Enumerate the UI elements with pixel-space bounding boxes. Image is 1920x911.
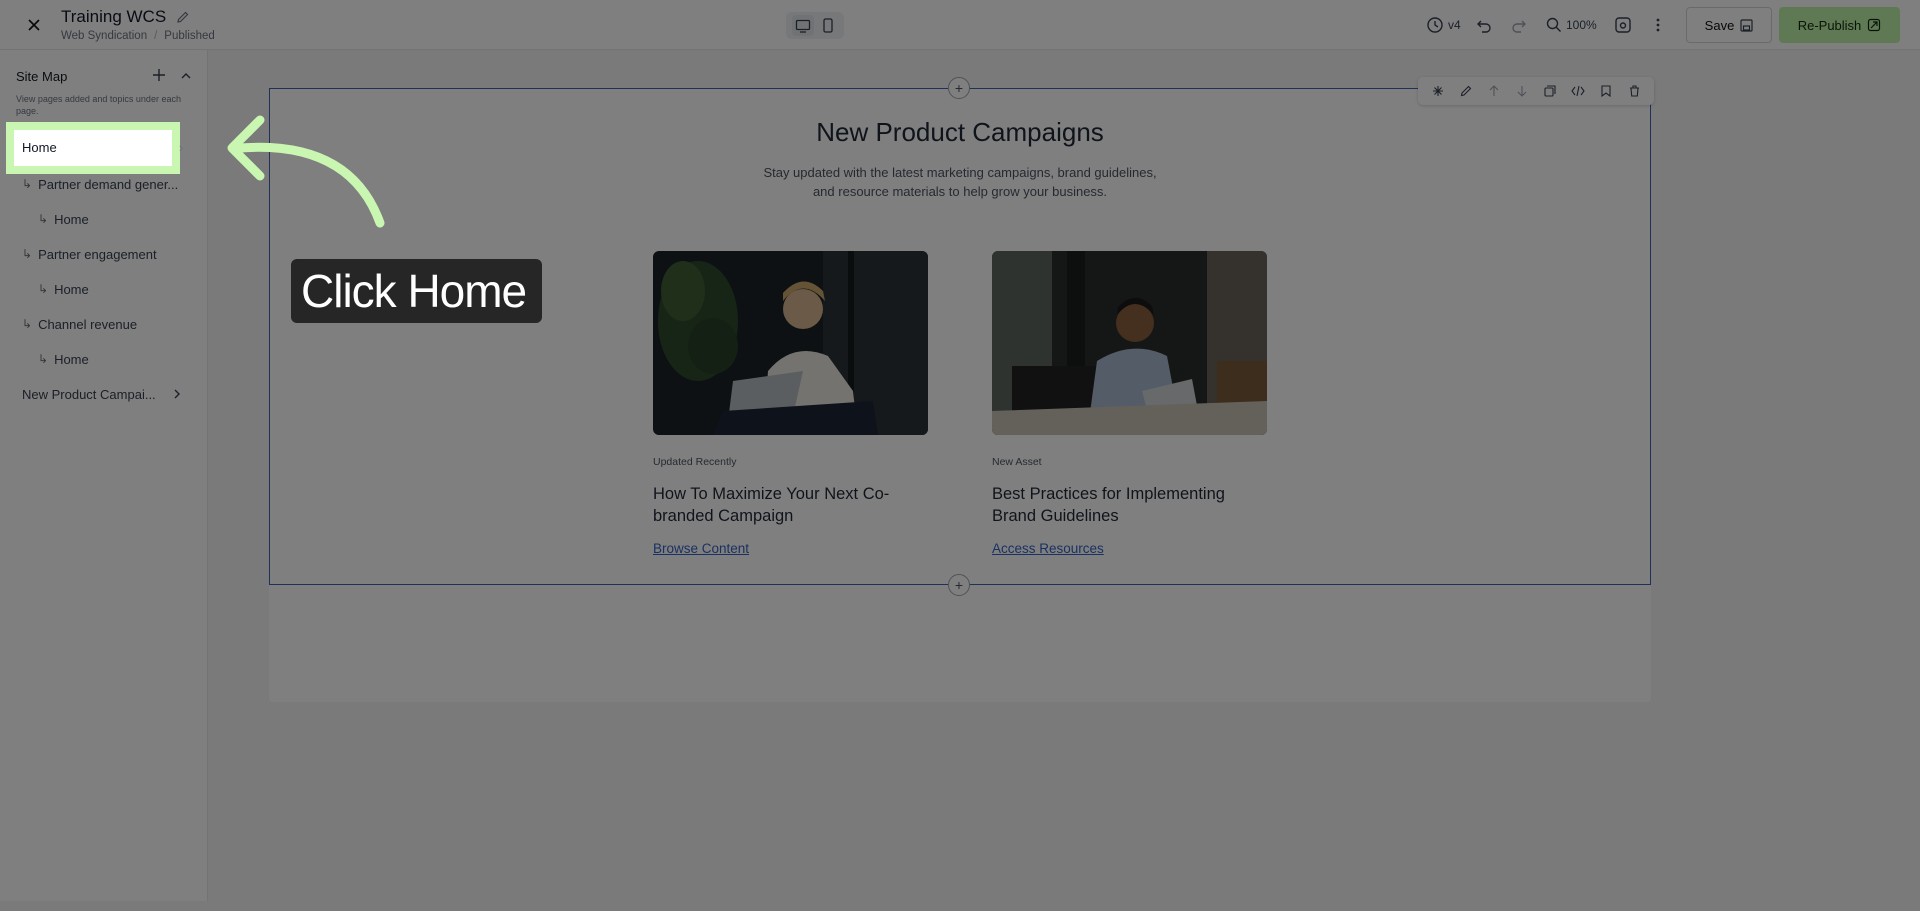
- pointer-arrow-icon: [227, 115, 385, 228]
- instruction-callout: Click Home: [291, 259, 542, 323]
- callout-text: Click Home: [301, 265, 527, 317]
- chevron-right-icon: ›: [179, 140, 184, 155]
- highlighted-home-label: Home: [22, 140, 57, 155]
